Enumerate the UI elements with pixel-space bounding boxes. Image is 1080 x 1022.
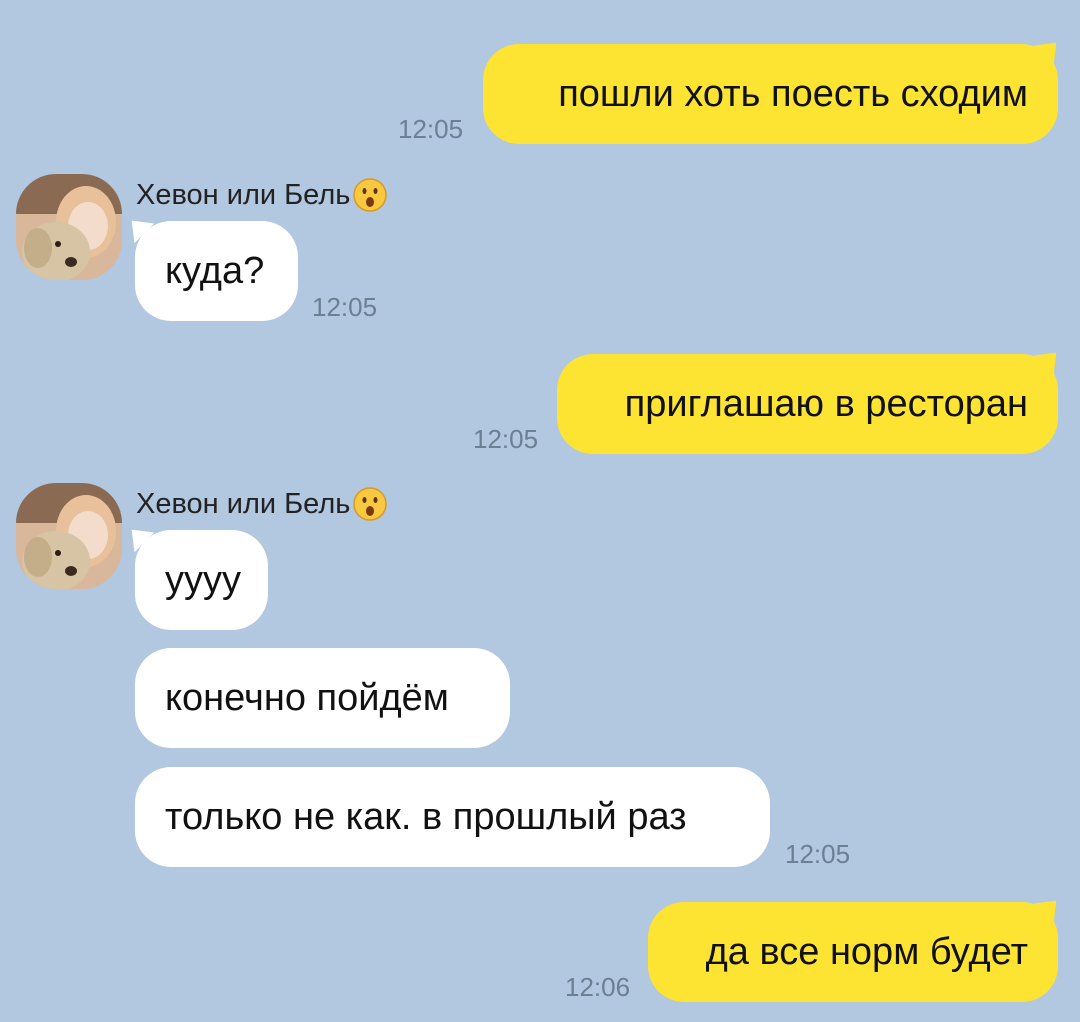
incoming-message-bubble[interactable]: куда? — [135, 221, 298, 321]
incoming-message-bubble[interactable]: конечно пойдём — [135, 648, 510, 748]
message-timestamp: 12:05 — [785, 839, 851, 869]
message-text: пошли хоть поесть сходим — [558, 73, 1028, 115]
message-timestamp: 12:05 — [473, 424, 539, 454]
message-text: уууу — [165, 559, 241, 601]
surprised-face-icon — [353, 178, 388, 212]
message-timestamp: 12:06 — [565, 972, 631, 1002]
outgoing-message-bubble[interactable]: да все норм будет — [648, 902, 1058, 1002]
message-text: да все норм будет — [705, 931, 1028, 973]
message-timestamp: 12:05 — [312, 292, 378, 322]
incoming-message-bubble[interactable]: уууу — [135, 530, 268, 630]
sender-name: Хевон или Бель — [136, 486, 388, 522]
avatar-image — [16, 483, 122, 589]
message-text: конечно пойдём — [165, 677, 449, 719]
sender-avatar[interactable] — [16, 483, 122, 589]
avatar-image — [16, 174, 122, 280]
outgoing-message-bubble[interactable]: пошли хоть поесть сходим — [483, 44, 1058, 144]
message-text: куда? — [165, 250, 265, 292]
message-text: только не как. в прошлый раз — [165, 796, 687, 838]
sender-name: Хевон или Бель — [136, 177, 388, 213]
sender-avatar[interactable] — [16, 174, 122, 280]
sender-name-text: Хевон или Бель — [136, 178, 351, 211]
message-timestamp: 12:05 — [398, 114, 464, 144]
surprised-face-icon — [353, 487, 388, 521]
incoming-message-bubble[interactable]: только не как. в прошлый раз — [135, 767, 770, 867]
message-text: приглашаю в ресторан — [624, 383, 1028, 425]
sender-name-text: Хевон или Бель — [136, 487, 351, 520]
outgoing-message-bubble[interactable]: приглашаю в ресторан — [557, 354, 1058, 454]
